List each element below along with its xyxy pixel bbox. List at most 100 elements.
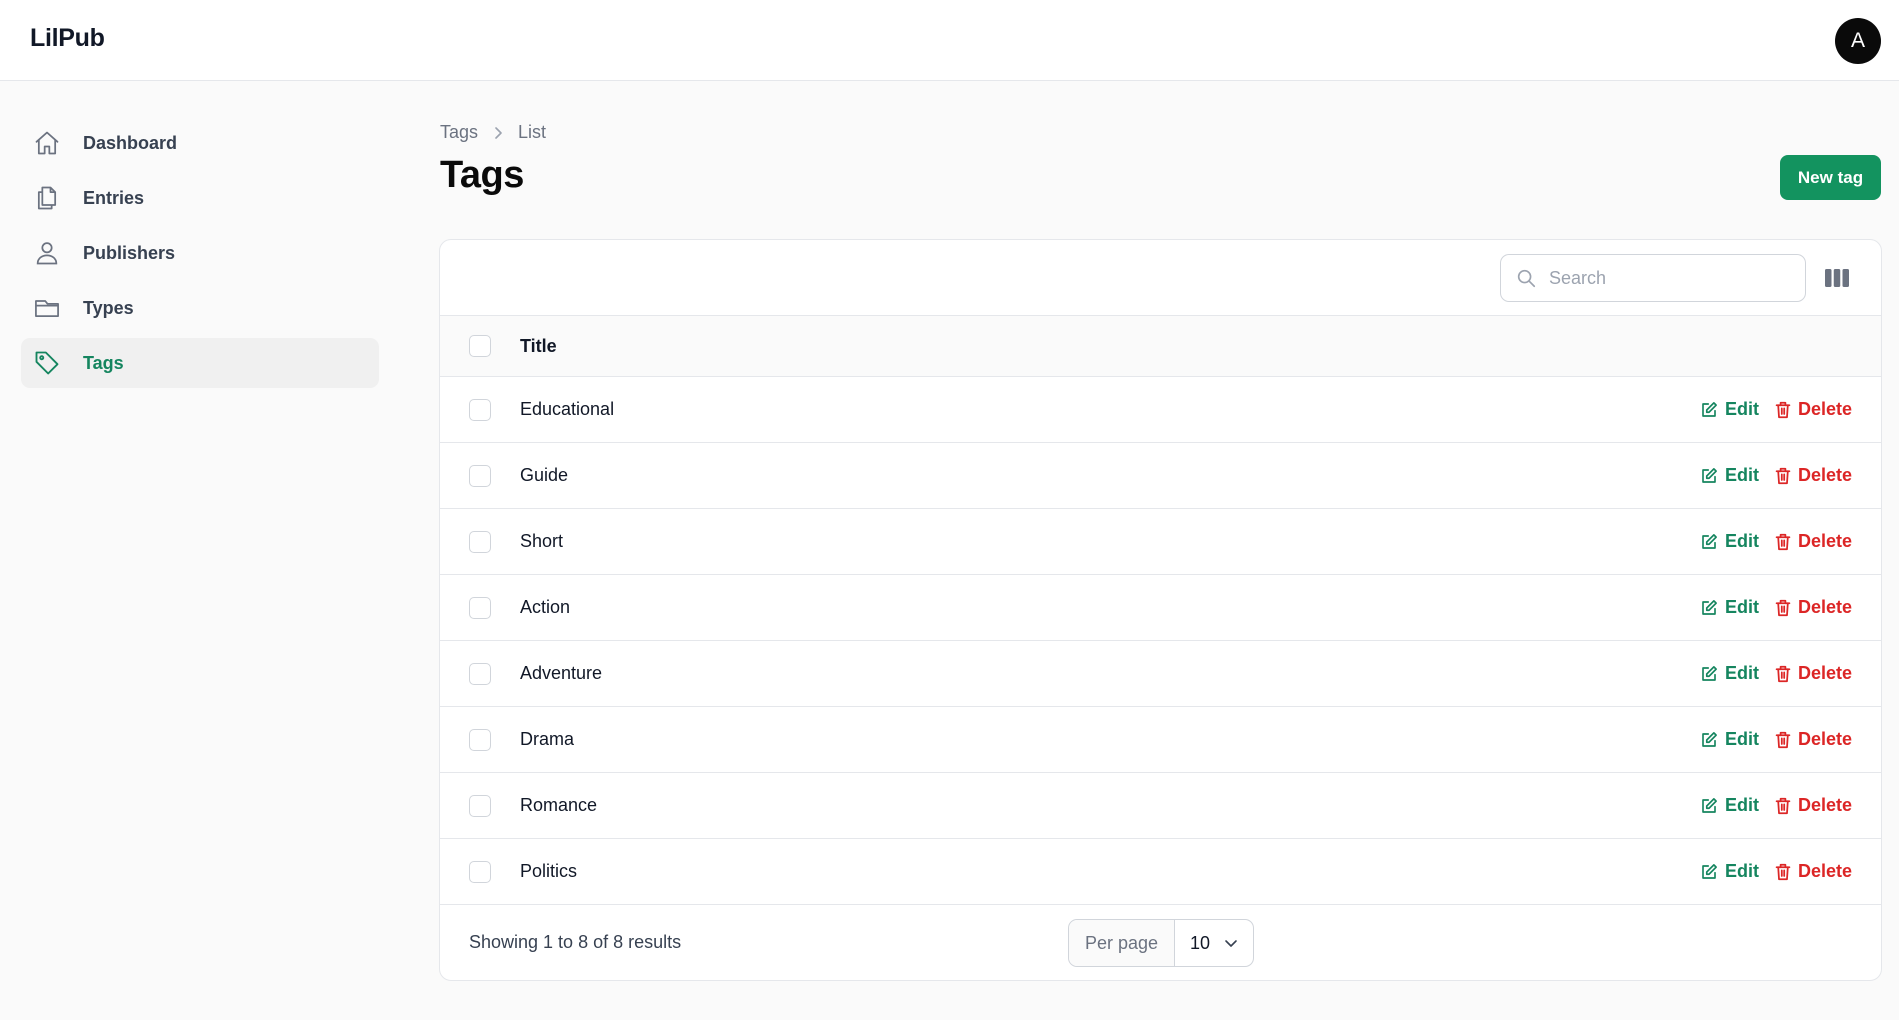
trash-icon <box>1775 467 1791 484</box>
tag-title: Educational <box>520 399 615 419</box>
sidebar-item-label: Types <box>83 297 134 318</box>
page-title: Tags <box>440 154 524 196</box>
home-icon <box>33 129 61 157</box>
trash-icon <box>1775 731 1791 748</box>
tag-title: Politics <box>520 861 578 881</box>
delete-button[interactable]: Delete <box>1775 399 1852 420</box>
edit-button[interactable]: Edit <box>1700 795 1759 816</box>
table-row: Romance Edit Delete <box>440 773 1881 839</box>
tag-title: Guide <box>520 465 569 485</box>
table-row: Politics Edit Delete <box>440 839 1881 905</box>
per-page-value: 10 <box>1190 932 1211 953</box>
edit-label: Edit <box>1724 531 1759 551</box>
per-page-select[interactable]: 10 <box>1175 920 1253 966</box>
trash-icon <box>1775 401 1791 418</box>
sidebar-item-entries[interactable]: Entries <box>21 173 379 223</box>
row-checkbox[interactable] <box>469 860 491 883</box>
edit-icon <box>1702 533 1717 549</box>
results-summary: Showing 1 to 8 of 8 results <box>469 932 682 952</box>
sidebar-item-label: Dashboard <box>83 132 178 153</box>
table-row: Educational Edit Delete <box>440 377 1881 443</box>
table-row: Guide Edit Delete <box>440 443 1881 509</box>
column-header-title[interactable]: Title <box>520 336 557 357</box>
delete-label: Delete <box>1797 597 1852 617</box>
row-actions: Edit Delete <box>1700 465 1852 486</box>
delete-button[interactable]: Delete <box>1775 597 1852 618</box>
delete-label: Delete <box>1797 399 1852 419</box>
row-checkbox[interactable] <box>469 728 491 751</box>
edit-icon <box>1702 665 1717 681</box>
row-checkbox[interactable] <box>469 398 491 421</box>
table-row: Action Edit Delete <box>440 575 1881 641</box>
sidebar-item-label: Entries <box>83 187 145 208</box>
sidebar: Dashboard Entries Publishers Types Tags <box>21 118 379 393</box>
row-actions: Edit Delete <box>1700 795 1852 816</box>
row-actions: Edit Delete <box>1700 399 1852 420</box>
table-header: Title <box>440 316 1881 377</box>
edit-button[interactable]: Edit <box>1700 597 1759 618</box>
delete-button[interactable]: Delete <box>1775 729 1852 750</box>
edit-icon <box>1702 731 1717 747</box>
trash-icon <box>1775 665 1791 682</box>
edit-button[interactable]: Edit <box>1700 399 1759 420</box>
edit-label: Edit <box>1724 597 1759 617</box>
edit-label: Edit <box>1724 729 1759 749</box>
row-actions: Edit Delete <box>1700 597 1852 618</box>
sidebar-item-label: Tags <box>83 352 124 373</box>
sidebar-item-publishers[interactable]: Publishers <box>21 228 379 278</box>
edit-icon <box>1702 467 1717 483</box>
brand-logo[interactable]: LilPub <box>30 24 105 53</box>
edit-label: Edit <box>1724 663 1759 683</box>
edit-button[interactable]: Edit <box>1700 729 1759 750</box>
table-row: Adventure Edit Delete <box>440 641 1881 707</box>
tag-title: Short <box>520 531 564 551</box>
top-bar: LilPub A <box>0 0 1899 81</box>
edit-icon <box>1702 797 1717 813</box>
search-input[interactable] <box>1549 263 1799 293</box>
delete-button[interactable]: Delete <box>1775 531 1852 552</box>
user-avatar[interactable]: A <box>1835 18 1881 64</box>
delete-label: Delete <box>1797 861 1852 881</box>
breadcrumb-link-tags[interactable]: Tags <box>440 122 478 143</box>
tag-icon <box>33 349 61 377</box>
delete-label: Delete <box>1797 465 1852 485</box>
row-actions: Edit Delete <box>1700 531 1852 552</box>
sidebar-item-types[interactable]: Types <box>21 283 379 333</box>
delete-label: Delete <box>1797 663 1852 683</box>
edit-label: Edit <box>1724 861 1759 881</box>
per-page-control: Per page 10 <box>1068 919 1254 967</box>
row-checkbox[interactable] <box>469 596 491 619</box>
edit-icon <box>1702 401 1717 417</box>
user-icon <box>33 239 61 267</box>
search-icon <box>1515 267 1537 289</box>
edit-button[interactable]: Edit <box>1700 465 1759 486</box>
row-actions: Edit Delete <box>1700 663 1852 684</box>
delete-button[interactable]: Delete <box>1775 795 1852 816</box>
new-tag-button[interactable]: New tag <box>1780 155 1881 200</box>
row-checkbox[interactable] <box>469 794 491 817</box>
delete-label: Delete <box>1797 729 1852 749</box>
edit-icon <box>1702 599 1717 615</box>
delete-button[interactable]: Delete <box>1775 465 1852 486</box>
row-checkbox[interactable] <box>469 662 491 685</box>
edit-button[interactable]: Edit <box>1700 663 1759 684</box>
table-row: Drama Edit Delete <box>440 707 1881 773</box>
column-toggle-icon[interactable] <box>1822 265 1852 291</box>
edit-button[interactable]: Edit <box>1700 531 1759 552</box>
trash-icon <box>1775 797 1791 814</box>
tag-title: Adventure <box>520 663 603 683</box>
delete-button[interactable]: Delete <box>1775 861 1852 882</box>
row-checkbox[interactable] <box>469 530 491 553</box>
edit-button[interactable]: Edit <box>1700 861 1759 882</box>
sidebar-item-dashboard[interactable]: Dashboard <box>21 118 379 168</box>
folder-icon <box>33 294 61 322</box>
row-checkbox[interactable] <box>469 464 491 487</box>
sidebar-item-tags[interactable]: Tags <box>21 338 379 388</box>
table-footer: Showing 1 to 8 of 8 results Per page 10 <box>440 905 1881 980</box>
trash-icon <box>1775 533 1791 550</box>
trash-icon <box>1775 863 1791 880</box>
delete-button[interactable]: Delete <box>1775 663 1852 684</box>
tag-title: Drama <box>520 729 575 749</box>
documents-icon <box>33 184 61 212</box>
select-all-checkbox[interactable] <box>469 335 491 357</box>
